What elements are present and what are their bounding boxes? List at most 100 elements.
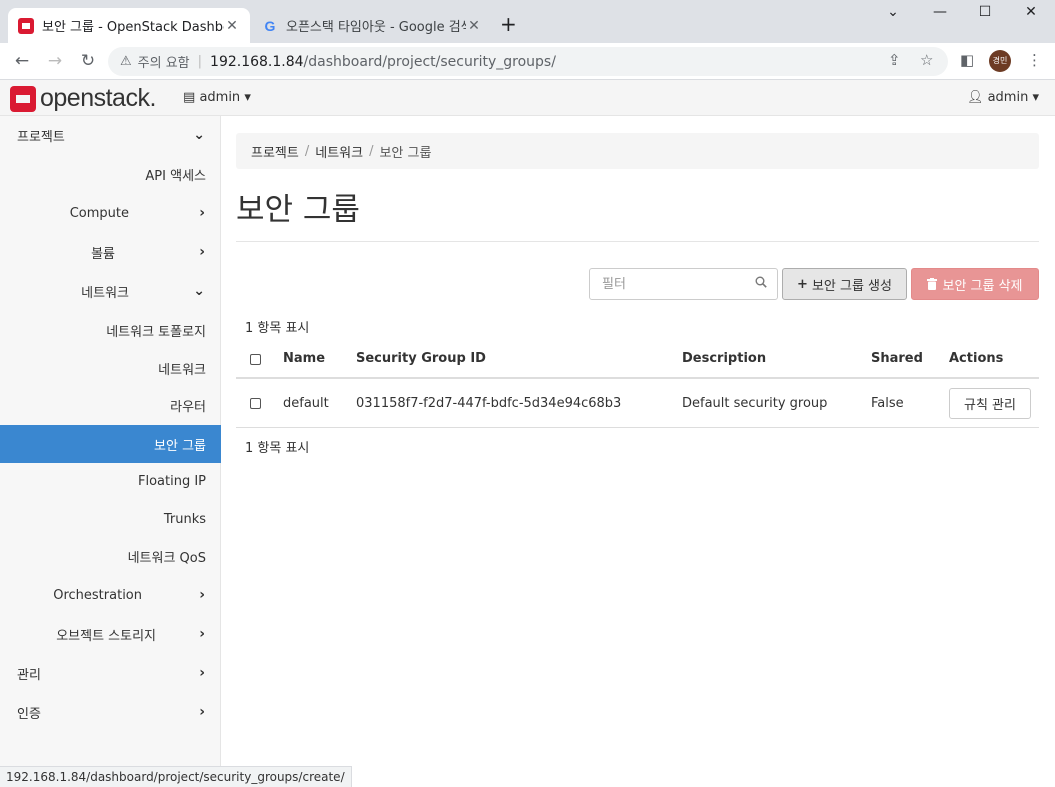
search-icon[interactable] <box>755 276 767 288</box>
column-header-security-group-id[interactable]: Security Group ID <box>356 351 486 366</box>
status-bar-url: 192.168.1.84/dashboard/project/security_… <box>0 766 352 787</box>
sidebar-item-networks[interactable]: 네트워크 <box>0 349 221 387</box>
back-icon[interactable]: ← <box>12 51 32 71</box>
delete-security-groups-button[interactable]: 보안 그룹 삭제 <box>911 268 1039 300</box>
item-count-top: 1 항목 표시 <box>245 321 310 336</box>
breadcrumb-separator: / <box>369 143 374 159</box>
tab-openstack-dashboard[interactable]: 보안 그룹 - OpenStack Dashboard ✕ <box>8 8 250 43</box>
column-header-shared[interactable]: Shared <box>871 351 923 366</box>
minimize-icon[interactable]: — <box>928 4 952 20</box>
sidebar-item-routers[interactable]: 라우터 <box>0 386 221 424</box>
warning-icon[interactable]: ⚠ <box>120 54 132 69</box>
sidebar: 프로젝트 ⌄ API 액세스 Compute › 볼륨 › 네트워크 ⌄ 네트워… <box>0 116 221 766</box>
sidebar-item-label: Trunks <box>163 511 206 527</box>
openstack-header: openstack. ▤ admin ▾ 👤︎ admin ▾ <box>0 80 1055 116</box>
filter-input[interactable] <box>590 269 740 299</box>
sidebar-item-label: Orchestration <box>53 587 142 603</box>
sidebar-item-volumes[interactable]: 볼륨 › <box>0 233 221 271</box>
sidebar-item-label: 네트워크 토폴로지 <box>106 324 206 340</box>
close-tab-icon[interactable]: ✕ <box>224 18 240 34</box>
openstack-logo-icon <box>10 85 36 112</box>
openstack-logo[interactable]: openstack. <box>10 84 156 113</box>
address-bar: ← → ↻ ⚠ 주의 요함 | 192.168.1.84 /dashboard/… <box>0 43 1055 80</box>
share-icon[interactable]: ⇪ <box>888 51 901 69</box>
sidebar-item-trunks[interactable]: Trunks <box>0 500 221 538</box>
sidebar-item-label: 네트워크 <box>158 362 206 378</box>
breadcrumb-network[interactable]: 네트워크 <box>315 142 363 161</box>
manage-rules-button[interactable]: 규칙 관리 <box>949 388 1031 419</box>
create-button-label: 보안 그룹 생성 <box>811 278 892 294</box>
chevron-right-icon: › <box>199 205 205 221</box>
title-divider <box>236 241 1039 242</box>
project-list-icon: ▤ <box>183 90 196 105</box>
column-header-description[interactable]: Description <box>682 351 766 366</box>
sidebar-item-project[interactable]: 프로젝트 ⌄ <box>0 116 221 154</box>
openstack-favicon-icon <box>18 17 34 34</box>
sidebar-item-label: 보안 그룹 <box>154 438 206 454</box>
chevron-right-icon: › <box>199 626 205 642</box>
chevron-right-icon: › <box>199 704 205 720</box>
sidebar-item-label: 볼륨 <box>91 246 115 262</box>
url-path[interactable]: /dashboard/project/security_groups/ <box>304 54 556 70</box>
sidebar-item-floating-ip[interactable]: Floating IP <box>0 462 221 500</box>
plus-icon: + <box>797 276 808 292</box>
browser-menu-icon[interactable]: ⋮ <box>1027 51 1042 69</box>
sidebar-item-label: Floating IP <box>137 473 206 489</box>
delete-button-label: 보안 그룹 삭제 <box>942 278 1023 294</box>
maximize-icon[interactable]: ☐ <box>973 4 997 20</box>
caret-down-icon: ▾ <box>244 90 251 105</box>
sidebar-item-compute[interactable]: Compute › <box>0 194 221 232</box>
trash-icon <box>927 278 938 290</box>
side-panel-icon[interactable]: ◧ <box>960 51 974 69</box>
user-dropdown[interactable]: 👤︎ admin ▾ <box>967 90 1039 105</box>
cell-description: Default security group <box>682 396 828 411</box>
sidebar-item-label: 라우터 <box>170 399 206 415</box>
filter-field[interactable] <box>589 268 778 300</box>
page-title: 보안 그룹 <box>236 192 360 228</box>
cell-shared: False <box>871 396 904 411</box>
new-tab-icon[interactable]: + <box>500 12 517 36</box>
user-icon: 👤︎ <box>966 90 984 105</box>
reload-icon[interactable]: ↻ <box>78 51 98 71</box>
breadcrumb-current: 보안 그룹 <box>379 145 432 161</box>
sidebar-item-api-access[interactable]: API 액세스 <box>0 155 221 193</box>
browser-tab-bar: 보안 그룹 - OpenStack Dashboard ✕ G 오픈스택 타임아… <box>0 0 1055 43</box>
sidebar-item-security-groups[interactable]: 보안 그룹 <box>0 425 221 463</box>
column-header-name[interactable]: Name <box>283 351 325 366</box>
breadcrumb: 프로젝트 / 네트워크 / 보안 그룹 <box>236 133 1039 169</box>
sidebar-item-identity[interactable]: 인증 › <box>0 693 221 731</box>
sidebar-item-network-qos[interactable]: 네트워크 QoS <box>0 537 221 575</box>
sidebar-item-orchestration[interactable]: Orchestration › <box>0 576 221 614</box>
sidebar-item-label: 관리 <box>17 667 41 683</box>
close-window-icon[interactable]: ✕ <box>1019 4 1043 20</box>
tab-search-chevron-icon[interactable]: ⌄ <box>881 4 905 20</box>
tab-google-search[interactable]: G 오픈스택 타임아웃 - Google 검색 ✕ <box>252 8 492 43</box>
forward-icon[interactable]: → <box>45 51 65 71</box>
sidebar-item-network[interactable]: 네트워크 ⌄ <box>0 272 221 310</box>
breadcrumb-project[interactable]: 프로젝트 <box>251 142 299 161</box>
row-select-checkbox[interactable] <box>250 398 261 409</box>
url-host[interactable]: 192.168.1.84 <box>210 54 304 70</box>
project-dropdown[interactable]: ▤ admin ▾ <box>183 90 251 105</box>
sidebar-item-label: Compute <box>69 205 129 221</box>
sidebar-item-admin[interactable]: 관리 › <box>0 654 221 692</box>
close-tab-icon[interactable]: ✕ <box>466 18 482 34</box>
security-warning-text[interactable]: 주의 요함 <box>138 52 190 71</box>
logo-text: openstack. <box>40 84 156 112</box>
chevron-right-icon: › <box>199 665 205 681</box>
sidebar-item-label: 네트워크 <box>81 285 129 301</box>
sidebar-item-label: 프로젝트 <box>17 129 65 145</box>
cell-security-group-id[interactable]: 031158f7-f2d7-447f-bdfc-5d34e94c68b3 <box>356 396 621 411</box>
omnibox-separator: | <box>197 54 203 69</box>
profile-avatar[interactable]: 경민 <box>989 50 1011 72</box>
select-all-checkbox[interactable] <box>250 354 261 365</box>
sidebar-item-object-storage[interactable]: 오브젝트 스토리지 › <box>0 615 221 653</box>
breadcrumb-separator: / <box>304 143 310 159</box>
sidebar-item-network-topology[interactable]: 네트워크 토폴로지 <box>0 311 221 349</box>
sidebar-item-label: 인증 <box>17 706 41 722</box>
create-security-group-button[interactable]: + 보안 그룹 생성 <box>782 268 907 300</box>
user-dropdown-label: admin <box>987 90 1029 105</box>
bookmark-star-icon[interactable]: ☆ <box>920 51 933 69</box>
tab-title: 오픈스택 타임아웃 - Google 검색 <box>286 20 466 35</box>
omnibox[interactable]: ⚠ 주의 요함 | 192.168.1.84 /dashboard/projec… <box>108 47 948 76</box>
